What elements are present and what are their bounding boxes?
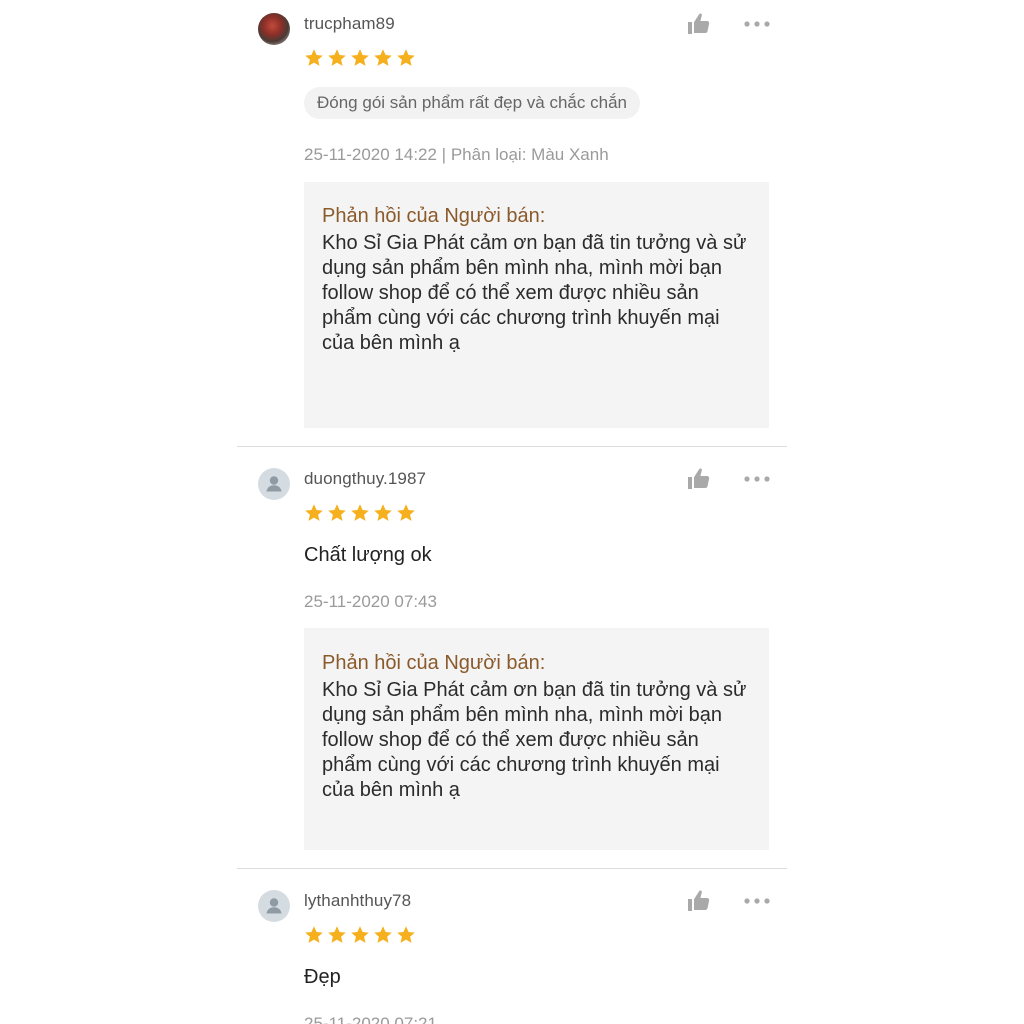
review-actions <box>687 467 771 491</box>
seller-reply: Phản hồi của Người bán: Kho Sỉ Gia Phát … <box>304 628 769 850</box>
avatar[interactable] <box>258 13 290 45</box>
review-meta: 25-11-2020 07:43 <box>304 592 437 611</box>
star-icon <box>373 48 393 68</box>
star-icon <box>396 503 416 523</box>
star-icon <box>396 925 416 945</box>
review-actions <box>687 889 771 913</box>
reply-text: Kho Sỉ Gia Phát cảm ơn bạn đã tin tưởng … <box>322 679 747 801</box>
username[interactable]: lythanhthuy78 <box>304 891 411 911</box>
star-icon <box>304 503 324 523</box>
star-icon <box>350 925 370 945</box>
reply-text: Kho Sỉ Gia Phát cảm ơn bạn đã tin tưởng … <box>322 232 747 354</box>
star-icon <box>327 503 347 523</box>
review-item: duongthuy.1987 Chất lượng ok 25-11-2020 … <box>237 447 787 868</box>
star-rating <box>304 503 416 523</box>
star-icon <box>327 48 347 68</box>
review-item: lythanhthuy78 Đẹp 25-11-2020 07:21 <box>237 869 787 1024</box>
star-icon <box>350 48 370 68</box>
review-comment: Chất lượng ok <box>304 544 432 566</box>
reply-title: Phản hồi của Người bán: <box>322 205 546 227</box>
star-rating <box>304 48 416 68</box>
more-options-icon[interactable] <box>743 16 771 32</box>
more-options-icon[interactable] <box>743 893 771 909</box>
review-comment: Đẹp <box>304 966 341 988</box>
reply-title: Phản hồi của Người bán: <box>322 652 546 674</box>
default-user-icon[interactable] <box>258 890 290 922</box>
thumbs-up-icon[interactable] <box>687 889 711 913</box>
star-icon <box>373 925 393 945</box>
star-rating <box>304 925 416 945</box>
reviews-list: trucpham89 Đóng gói sản phẩm rất đẹp và … <box>0 0 1024 1024</box>
seller-reply: Phản hồi của Người bán: Kho Sỉ Gia Phát … <box>304 182 769 428</box>
more-options-icon[interactable] <box>743 471 771 487</box>
star-icon <box>373 503 393 523</box>
thumbs-up-icon[interactable] <box>687 12 711 36</box>
username[interactable]: duongthuy.1987 <box>304 469 426 489</box>
default-user-icon[interactable] <box>258 468 290 500</box>
star-icon <box>304 925 324 945</box>
star-icon <box>304 48 324 68</box>
star-icon <box>350 503 370 523</box>
star-icon <box>327 925 347 945</box>
thumbs-up-icon[interactable] <box>687 467 711 491</box>
username[interactable]: trucpham89 <box>304 14 395 34</box>
review-meta: 25-11-2020 14:22 | Phân loại: Màu Xanh <box>304 145 609 164</box>
review-meta: 25-11-2020 07:21 <box>304 1014 437 1024</box>
review-item: trucpham89 Đóng gói sản phẩm rất đẹp và … <box>237 0 787 446</box>
review-tag: Đóng gói sản phẩm rất đẹp và chắc chắn <box>304 87 640 119</box>
star-icon <box>396 48 416 68</box>
review-actions <box>687 12 771 36</box>
